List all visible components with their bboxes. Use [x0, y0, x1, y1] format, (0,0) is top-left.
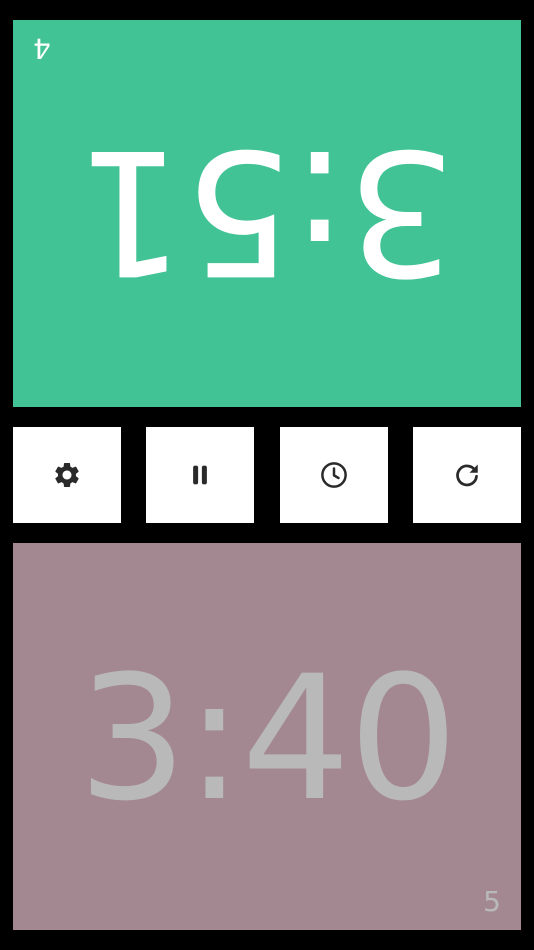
top-player-move-count: 4: [33, 32, 51, 65]
settings-button[interactable]: [13, 427, 121, 523]
top-player-rotated-panel: 3:51 4: [13, 20, 521, 407]
bottom-player-clock[interactable]: 3:40 5: [13, 543, 521, 930]
bottom-player-move-count: 5: [483, 885, 501, 918]
bottom-player-panel: 3:40 5: [13, 543, 521, 930]
control-bar: [13, 427, 521, 523]
gear-icon: [55, 463, 79, 487]
top-player-time: 3:51: [77, 111, 457, 312]
clock-icon: [321, 462, 347, 488]
reset-icon: [456, 464, 478, 487]
pause-button[interactable]: [146, 427, 254, 523]
bottom-player-time: 3:40: [77, 638, 458, 839]
top-player-clock[interactable]: 3:51 4: [13, 20, 521, 407]
pause-icon: [193, 465, 207, 485]
time-settings-button[interactable]: [280, 427, 388, 523]
chess-clock-screen: 3:51 4 3:40 5: [0, 0, 534, 950]
reset-button[interactable]: [413, 427, 521, 523]
